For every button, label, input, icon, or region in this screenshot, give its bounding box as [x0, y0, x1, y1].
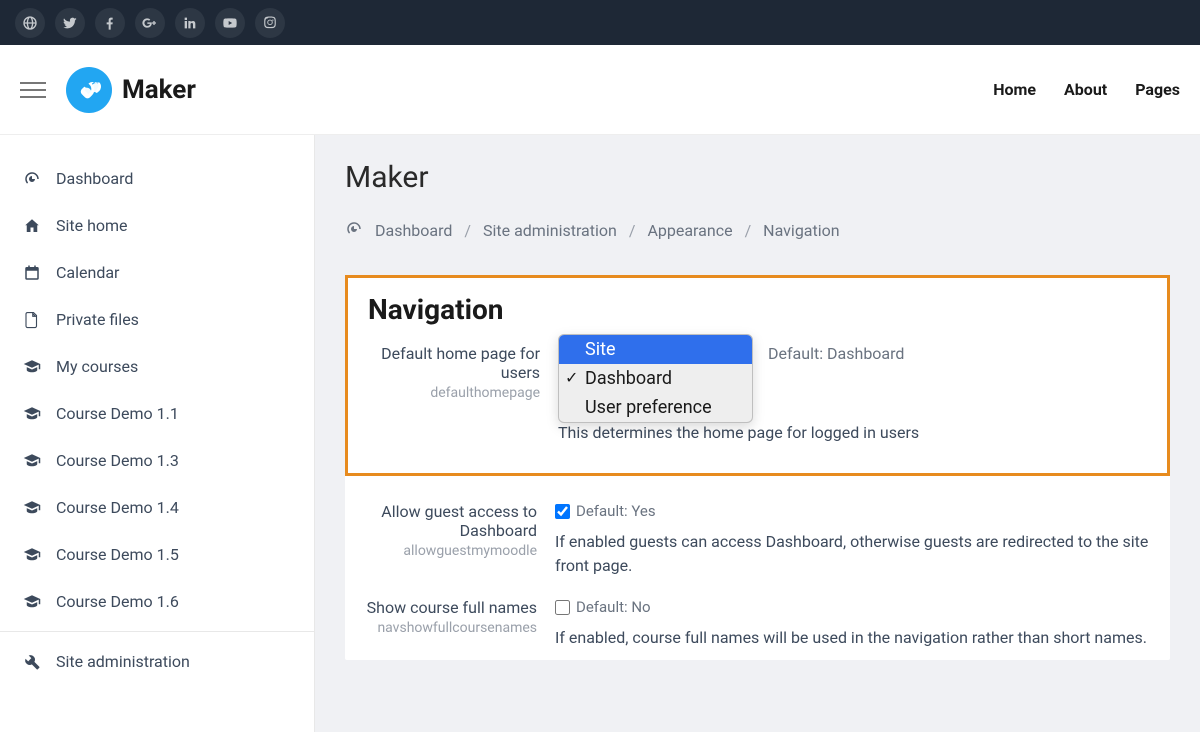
setting-key: navshowfullcoursenames: [365, 620, 537, 636]
twitter-icon[interactable]: [55, 8, 85, 38]
linkedin-icon[interactable]: [175, 8, 205, 38]
setting-key: allowguestmymoodle: [365, 543, 537, 559]
highlighted-setting-box: Navigation Default home page for users d…: [345, 275, 1170, 476]
sidebar-item-course[interactable]: Course Demo 1.4: [0, 484, 314, 531]
hamburger-menu-button[interactable]: [20, 82, 46, 98]
setting-default-text: Default: No: [576, 598, 651, 616]
wrench-icon: [22, 653, 42, 671]
home-icon: [22, 217, 42, 235]
sidebar-item-label: Course Demo 1.1: [56, 404, 179, 423]
setting-help-text: If enabled guests can access Dashboard, …: [555, 530, 1150, 578]
breadcrumb-appearance[interactable]: Appearance: [647, 221, 732, 240]
sidebar-item-course[interactable]: Course Demo 1.6: [0, 578, 314, 625]
sidebar-item-label: My courses: [56, 357, 138, 376]
facebook-icon[interactable]: [95, 8, 125, 38]
setting-label: Show course full names: [365, 598, 537, 617]
main-content: Maker Dashboard / Site administration / …: [315, 135, 1200, 732]
dropdown-option-site[interactable]: Site: [559, 335, 752, 364]
nav-pages[interactable]: Pages: [1135, 80, 1180, 99]
sidebar-item-dashboard[interactable]: Dashboard: [0, 155, 314, 202]
sidebar-item-privatefiles[interactable]: Private files: [0, 296, 314, 343]
sidebar-item-label: Dashboard: [56, 169, 133, 188]
section-title: Navigation: [368, 293, 1147, 326]
youtube-icon[interactable]: [215, 8, 245, 38]
sidebar-item-calendar[interactable]: Calendar: [0, 249, 314, 296]
settings-card: Navigation Default home page for users d…: [345, 275, 1170, 660]
setting-key: defaulthomepage: [368, 385, 540, 401]
sidebar-item-label: Site administration: [56, 652, 190, 671]
sidebar-item-course[interactable]: Course Demo 1.1: [0, 390, 314, 437]
page-title: Maker: [345, 160, 1170, 195]
breadcrumb-navigation[interactable]: Navigation: [763, 221, 839, 240]
graduation-icon: [22, 358, 42, 376]
globe-icon[interactable]: [15, 8, 45, 38]
sidebar-item-label: Calendar: [56, 263, 119, 282]
nav-about[interactable]: About: [1064, 80, 1107, 99]
graduation-icon: [22, 546, 42, 564]
sidebar-item-siteadmin[interactable]: Site administration: [0, 638, 314, 685]
setting-default-text: Default: Dashboard: [768, 344, 904, 363]
sidebar-divider: [0, 631, 314, 632]
sidebar-item-label: Course Demo 1.6: [56, 592, 179, 611]
setting-label: Default home page for users: [368, 344, 540, 382]
sidebar-item-label: Site home: [56, 216, 128, 235]
sidebar-item-label: Private files: [56, 310, 139, 329]
graduation-icon: [22, 499, 42, 517]
sidebar-item-label: Course Demo 1.5: [56, 545, 179, 564]
graduation-icon: [22, 593, 42, 611]
instagram-icon[interactable]: [255, 8, 285, 38]
graduation-icon: [22, 452, 42, 470]
dashboard-icon: [345, 220, 363, 240]
logo-icon: [66, 67, 112, 113]
setting-help-text: This determines the home page for logged…: [558, 421, 1147, 445]
breadcrumb: Dashboard / Site administration / Appear…: [345, 220, 1170, 240]
dropdown-option-userpref[interactable]: User preference: [559, 393, 752, 422]
sidebar-item-course[interactable]: Course Demo 1.3: [0, 437, 314, 484]
googleplus-icon[interactable]: [135, 8, 165, 38]
site-header: Maker Home About Pages: [0, 45, 1200, 135]
calendar-icon: [22, 264, 42, 282]
guest-access-checkbox[interactable]: [555, 504, 570, 519]
primary-nav: Home About Pages: [993, 80, 1180, 99]
breadcrumb-dashboard[interactable]: Dashboard: [375, 221, 452, 240]
setting-label: Allow guest access to Dashboard: [365, 502, 537, 540]
breadcrumb-siteadmin[interactable]: Site administration: [483, 221, 617, 240]
check-icon: ✓: [565, 368, 578, 387]
sidebar-item-label: Course Demo 1.3: [56, 451, 179, 470]
setting-default-text: Default: Yes: [576, 502, 656, 520]
fullnames-checkbox[interactable]: [555, 600, 570, 615]
nav-home[interactable]: Home: [993, 80, 1036, 99]
sidebar-nav: Dashboard Site home Calendar Private fil…: [0, 135, 315, 732]
dropdown-option-dashboard[interactable]: ✓Dashboard: [559, 364, 752, 393]
graduation-icon: [22, 405, 42, 423]
logo-text: Maker: [122, 75, 196, 105]
sidebar-item-mycourses[interactable]: My courses: [0, 343, 314, 390]
site-logo[interactable]: Maker: [66, 67, 196, 113]
default-home-select-dropdown[interactable]: Site ✓Dashboard User preference: [558, 334, 753, 423]
setting-help-text: If enabled, course full names will be us…: [555, 626, 1150, 650]
dashboard-icon: [22, 170, 42, 188]
file-icon: [22, 311, 42, 329]
sidebar-item-course[interactable]: Course Demo 1.5: [0, 531, 314, 578]
sidebar-item-sitehome[interactable]: Site home: [0, 202, 314, 249]
sidebar-item-label: Course Demo 1.4: [56, 498, 179, 517]
top-social-bar: [0, 0, 1200, 45]
